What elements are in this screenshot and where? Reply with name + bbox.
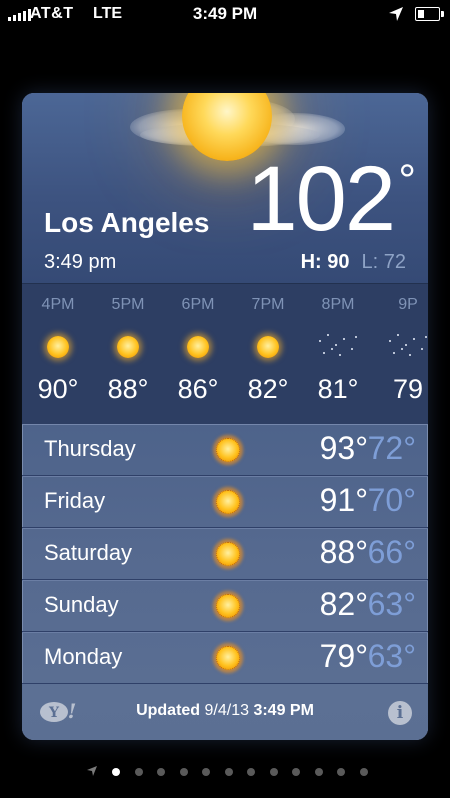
day-high-temperature: 82° (319, 586, 368, 622)
day-high-temperature: 91° (319, 482, 368, 518)
page-indicator[interactable] (0, 762, 450, 782)
page-dot[interactable] (292, 768, 300, 776)
page-dot[interactable] (134, 768, 143, 776)
day-low-temperature: 70° (367, 482, 416, 518)
hour-temperature: 86° (177, 374, 219, 404)
hour-temperature: 79 (392, 374, 424, 404)
daily-row: Friday 91° 70° (22, 476, 428, 528)
daily-row: Thursday 93° 72° (22, 424, 428, 476)
sun-icon (216, 542, 240, 566)
day-name: Sunday (44, 592, 119, 617)
hour-label: 4PM (41, 296, 75, 313)
daily-row: Monday 79° 63° (22, 632, 428, 684)
sun-icon (257, 336, 279, 358)
high-low: H: 90 L: 72 (301, 251, 406, 274)
sun-icon (117, 336, 139, 358)
battery-icon (415, 7, 444, 21)
day-high-temperature: 79° (319, 638, 368, 674)
daily-row: Saturday 88° 66° (22, 528, 428, 580)
day-low-temperature: 63° (367, 586, 416, 622)
night-stars-icon (319, 334, 357, 358)
day-name: Friday (44, 488, 106, 513)
page-dot[interactable] (247, 768, 255, 776)
day-high-temperature: 88° (319, 534, 368, 570)
day-low-temperature: 66° (367, 534, 416, 570)
day-high-temperature: 93° (319, 430, 368, 466)
hour-temperature: 81° (317, 374, 359, 404)
hour-label: 6PM (181, 296, 215, 313)
sun-icon (216, 438, 240, 462)
current-conditions: 102 ° Los Angeles 3:49 pm H: 90 L: 72 (22, 93, 428, 283)
daily-forecast: Thursday 93° 72° Friday 91° 70° Saturday 88° 66°… (22, 424, 428, 684)
page-dot[interactable] (359, 768, 368, 776)
hour-label: 9P (398, 296, 418, 313)
day-low-temperature: 63° (367, 638, 416, 674)
hour-temperature: 90° (37, 374, 79, 404)
hour-label: 7PM (251, 296, 285, 313)
local-time: 3:49 pm (44, 251, 117, 273)
degree-symbol: ° (398, 156, 416, 205)
page-dot[interactable] (337, 768, 345, 776)
sun-icon (216, 490, 240, 514)
sun-icon (47, 336, 69, 358)
page-dot-active[interactable] (112, 768, 120, 776)
info-button[interactable]: i (388, 701, 412, 725)
updated-timestamp: Updated 9/4/13 3:49 PM (22, 702, 428, 720)
sun-icon (216, 594, 240, 618)
current-temperature: 102 (246, 148, 396, 250)
day-low-temperature: 72° (367, 430, 416, 466)
hour-label: 5PM (111, 296, 145, 313)
page-dot[interactable] (157, 768, 165, 776)
location-arrow-icon (389, 7, 403, 21)
updated-date: 9/4/13 (204, 702, 249, 719)
day-name: Thursday (44, 436, 136, 461)
page-dot[interactable] (314, 768, 323, 776)
current-location-page-icon[interactable] (86, 765, 98, 777)
day-name: Monday (44, 644, 123, 669)
hour-label: 8PM (321, 296, 355, 313)
status-bar: AT&T LTE 3:49 PM (0, 0, 450, 28)
updated-time: 3:49 PM (253, 702, 314, 719)
page-dot[interactable] (224, 768, 233, 776)
hourly-forecast[interactable]: 4PM 90° 5PM 88° 6PM 86° 7PM 82° 8PM 81° 9P 79 (22, 283, 428, 425)
daily-row: Sunday 82° 63° (22, 580, 428, 632)
page-dot[interactable] (202, 768, 210, 776)
day-name: Saturday (44, 540, 133, 565)
page-dot[interactable] (269, 768, 278, 776)
page-dot[interactable] (179, 768, 188, 776)
night-stars-icon (389, 334, 427, 358)
card-footer: Y ! Updated 9/4/13 3:49 PM i (22, 684, 428, 740)
status-clock: 3:49 PM (192, 4, 258, 23)
hour-temperature: 82° (247, 374, 289, 404)
hour-temperature: 88° (107, 374, 149, 404)
sun-icon (187, 336, 209, 358)
city-name: Los Angeles (44, 207, 210, 238)
sun-icon (216, 646, 240, 670)
low-temperature: L: 72 (361, 251, 406, 273)
high-temperature: H: 90 (300, 251, 350, 273)
weather-card[interactable]: 102 ° Los Angeles 3:49 pm H: 90 L: 72 4PM… (22, 93, 428, 740)
updated-label: Updated (136, 702, 201, 719)
